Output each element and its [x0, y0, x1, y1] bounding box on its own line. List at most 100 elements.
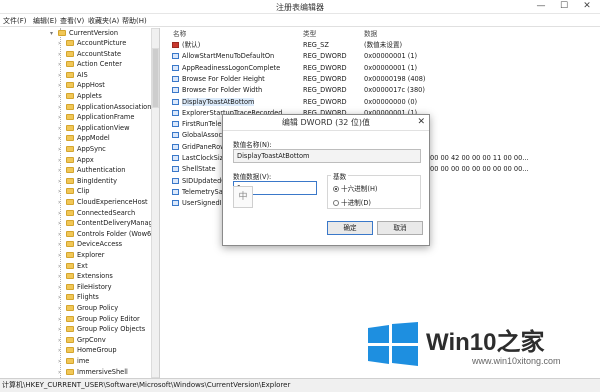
- tree-item[interactable]: › ime: [58, 356, 89, 366]
- maximize-button[interactable]: ☐: [553, 0, 575, 13]
- tree-item[interactable]: › AppHost: [58, 80, 105, 90]
- ok-button[interactable]: 确定: [327, 221, 373, 235]
- expand-icon[interactable]: ›: [58, 230, 66, 240]
- expand-icon[interactable]: ›: [58, 325, 66, 335]
- expand-icon[interactable]: ›: [58, 368, 66, 378]
- expand-icon[interactable]: ›: [58, 209, 66, 219]
- expand-icon[interactable]: ›: [58, 304, 66, 314]
- menu-view[interactable]: 查看(V): [60, 16, 84, 26]
- expand-icon[interactable]: ›: [58, 177, 66, 187]
- radio-dec[interactable]: 十进制(D): [333, 197, 371, 207]
- expand-icon[interactable]: ›: [58, 103, 66, 113]
- minimize-button[interactable]: —: [530, 0, 552, 13]
- menu-edit[interactable]: 编辑(E): [33, 16, 57, 26]
- list-item-name[interactable]: DisplayToastAtBottom: [172, 97, 296, 107]
- expand-icon[interactable]: ›: [58, 71, 66, 81]
- expand-icon[interactable]: ›: [58, 134, 66, 144]
- list-item-name[interactable]: AppReadinessLogonComplete: [172, 63, 296, 73]
- list-item-name[interactable]: AllowStartMenuToDefaultOn: [172, 51, 296, 61]
- expand-icon[interactable]: ›: [58, 166, 66, 176]
- expand-icon[interactable]: ›: [58, 336, 66, 346]
- radio-hex-icon[interactable]: [333, 186, 339, 192]
- expand-icon[interactable]: ›: [58, 219, 66, 229]
- list-item-name[interactable]: Browse For Folder Height: [172, 74, 296, 84]
- window-title: 注册表编辑器: [276, 3, 324, 12]
- value-name: ShellState: [182, 165, 216, 174]
- expand-icon[interactable]: ›: [58, 198, 66, 208]
- tree-item[interactable]: › BingIdentity: [58, 176, 117, 186]
- expand-icon[interactable]: ›: [58, 240, 66, 250]
- tree-item[interactable]: › Extensions: [58, 271, 113, 281]
- tree-item[interactable]: › Explorer: [58, 250, 104, 260]
- expand-icon[interactable]: ›: [58, 113, 66, 123]
- tree-item[interactable]: › AIS: [58, 70, 88, 80]
- registry-tree[interactable]: ▾ CurrentVersion › AccountPicture › AccountS…: [0, 28, 160, 378]
- tree-item[interactable]: › Group Policy Editor: [58, 314, 140, 324]
- tree-item[interactable]: › CloudExperienceHost: [58, 197, 148, 207]
- folder-icon: [66, 368, 74, 375]
- tree-item[interactable]: › Ext: [58, 261, 88, 271]
- tree-item[interactable]: › Flights: [58, 292, 99, 302]
- tree-item[interactable]: › ApplicationFrame: [58, 112, 134, 122]
- tree-item[interactable]: › AppModel: [58, 133, 110, 143]
- cancel-button[interactable]: 取消: [377, 221, 423, 235]
- expand-icon[interactable]: ›: [58, 346, 66, 356]
- tree-item[interactable]: › AccountPicture: [58, 38, 126, 48]
- expand-icon[interactable]: ›: [58, 251, 66, 261]
- expand-icon[interactable]: ›: [58, 293, 66, 303]
- tree-item[interactable]: › Authentication: [58, 165, 125, 175]
- expand-icon[interactable]: ›: [58, 357, 66, 367]
- dialog-close-button[interactable]: ✕: [417, 117, 425, 127]
- tree-item[interactable]: › FileHistory: [58, 282, 112, 292]
- expand-icon[interactable]: ›: [58, 50, 66, 60]
- tree-item[interactable]: › ApplicationView: [58, 123, 130, 133]
- close-button[interactable]: ✕: [576, 0, 598, 13]
- column-header-name[interactable]: 名称: [173, 28, 186, 38]
- tree-item[interactable]: › ContentDeliveryManager: [58, 218, 159, 229]
- tree-item[interactable]: › Clip: [58, 186, 89, 196]
- expand-icon[interactable]: ›: [58, 315, 66, 325]
- tree-item[interactable]: › Applets: [58, 91, 102, 101]
- expand-icon[interactable]: ›: [58, 145, 66, 155]
- tree-item[interactable]: › GrpConv: [58, 335, 106, 345]
- tree-item[interactable]: › ConnectedSearch: [58, 208, 135, 218]
- column-header-type[interactable]: 类型: [303, 28, 316, 38]
- tree-item[interactable]: › AccountState: [58, 49, 121, 59]
- expand-icon[interactable]: ›: [58, 60, 66, 70]
- tree-item[interactable]: › DeviceAccess: [58, 239, 122, 249]
- tree-item[interactable]: › Group Policy Objects: [58, 324, 145, 334]
- menu-favorites[interactable]: 收藏夹(A): [88, 16, 119, 26]
- radio-hex[interactable]: 十六进制(H): [333, 183, 377, 193]
- collapse-icon[interactable]: ▾: [50, 29, 58, 39]
- tree-item[interactable]: › Group Policy: [58, 303, 118, 313]
- tree-item[interactable]: › AppSync: [58, 144, 106, 154]
- value-name: UserSignedIn: [182, 199, 226, 208]
- folder-icon: [66, 188, 74, 195]
- expand-icon[interactable]: ›: [58, 39, 66, 49]
- folder-icon: [66, 114, 74, 121]
- expand-icon[interactable]: ›: [58, 124, 66, 134]
- menu-file[interactable]: 文件(F): [3, 16, 27, 26]
- tree-item[interactable]: › ApplicationAssociationTo: [58, 102, 158, 112]
- expand-icon[interactable]: ›: [58, 92, 66, 102]
- radio-dec-icon[interactable]: [333, 200, 339, 206]
- tree-item[interactable]: › HomeGroup: [58, 345, 117, 355]
- expand-icon[interactable]: ›: [58, 187, 66, 197]
- tree-item-currentversion[interactable]: ▾ CurrentVersion: [50, 28, 118, 38]
- tree-scrollbar-thumb[interactable]: [152, 48, 159, 108]
- expand-icon[interactable]: ›: [58, 272, 66, 282]
- value-data: 0x00000198 (408): [364, 74, 426, 83]
- tree-item[interactable]: › Appx: [58, 155, 94, 165]
- expand-icon[interactable]: ›: [58, 283, 66, 293]
- expand-icon[interactable]: ›: [58, 262, 66, 272]
- tree-item[interactable]: › Action Center: [58, 59, 122, 69]
- tree-item[interactable]: › Controls Folder (Wow64): [58, 229, 158, 239]
- binary-value-icon: [172, 166, 179, 173]
- list-item-name[interactable]: (默认): [172, 40, 296, 50]
- tree-item[interactable]: › ImmersiveShell: [58, 367, 128, 377]
- column-header-data[interactable]: 数据: [364, 28, 377, 38]
- expand-icon[interactable]: ›: [58, 81, 66, 91]
- list-item-name[interactable]: Browse For Folder Width: [172, 85, 296, 95]
- menu-help[interactable]: 帮助(H): [122, 16, 147, 26]
- expand-icon[interactable]: ›: [58, 156, 66, 166]
